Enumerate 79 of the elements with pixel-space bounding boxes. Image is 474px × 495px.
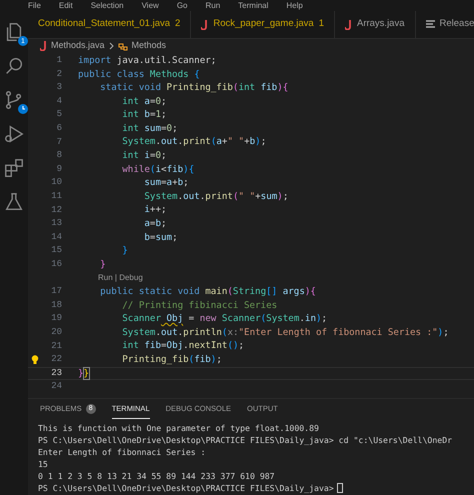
terminal-line: PS C:\Users\Dell\OneDrive\Desktop\PRACTICE FILES\Daily_java>: [38, 482, 334, 494]
code-line: public static void main(String[] args){: [99, 285, 316, 299]
run-debug-icon[interactable]: [3, 123, 25, 145]
code-line: System.out.print(" "+sum);: [143, 190, 288, 204]
code-line: }}: [78, 366, 90, 380]
code-line: }: [121, 244, 128, 258]
breadcrumb-symbol[interactable]: Methods: [132, 39, 166, 53]
line-number: 17: [50, 285, 62, 298]
menu-item[interactable]: File: [28, 2, 41, 10]
line-number: 14: [50, 230, 62, 244]
flask-icon[interactable]: [3, 191, 25, 213]
terminal-line: 0 1 1 2 3 5 8 13 21 34 55 89 144 233 377 610 987: [38, 470, 275, 482]
code-line: int b=1;: [121, 108, 167, 122]
java-file-icon: [344, 20, 352, 30]
code-line: i++;: [143, 203, 167, 218]
line-number: 7: [56, 136, 62, 149]
line-number: 10: [50, 176, 62, 190]
code-line: // Printing fibinacci Series: [121, 298, 278, 312]
menu-item[interactable]: Go: [176, 2, 188, 10]
line-number: 16: [50, 258, 62, 271]
terminal-line: Enter Length of fibonnaci Series :: [38, 446, 206, 458]
line-number: 18: [50, 298, 62, 312]
code-line: System.out.print(a+" "+b);: [121, 135, 266, 150]
class-icon: [118, 42, 128, 50]
run-debug-codelens[interactable]: Run | Debug: [98, 272, 143, 284]
menu-item[interactable]: Run: [205, 2, 220, 10]
line-number: 15: [50, 244, 62, 258]
code-line: b=sum;: [143, 230, 178, 244]
terminal-line: This is function with One parameter of type float.1000.89: [38, 422, 319, 434]
line-number: 5: [56, 108, 62, 122]
menu-item[interactable]: Terminal: [238, 2, 268, 10]
code-line: }: [99, 258, 106, 272]
breadcrumb-file[interactable]: Methods.java: [51, 39, 105, 53]
editor-tab[interactable]: Arrays.java: [334, 11, 416, 38]
editor-tab[interactable]: Conditional_Statement_01.java 2: [28, 11, 192, 38]
code-line: import java.util.Scanner;: [78, 54, 216, 68]
menu-item[interactable]: View: [142, 2, 159, 10]
menu-item[interactable]: Help: [286, 2, 303, 10]
editor-tab[interactable]: Release: [416, 11, 474, 38]
code-line: a=b;: [143, 217, 167, 231]
clock-icon: [18, 104, 28, 114]
line-number: 19: [50, 312, 62, 326]
code-line: static void Printing_fib(int fib){: [99, 81, 288, 95]
code-line: Printing_fib(fib);: [121, 352, 222, 367]
line-number: 20: [50, 326, 62, 339]
line-number: 24: [50, 380, 62, 394]
line-number: 11: [50, 190, 62, 203]
menu-item[interactable]: Edit: [58, 2, 73, 10]
notes-icon: [426, 20, 434, 30]
line-number: 3: [56, 81, 62, 94]
line-number: 2: [56, 68, 62, 81]
line-number: 4: [56, 94, 62, 108]
code-line: while(i<fib){: [121, 162, 194, 176]
code-line: int fib=Obj.nextInt();: [121, 339, 244, 354]
code-line: sum=a+b;: [143, 176, 189, 190]
code-line: int sum=0;: [121, 122, 178, 136]
line-number: 23: [50, 366, 62, 380]
java-file-icon: [201, 20, 208, 30]
code-line: Scanner Obj = new Scanner(System.in);: [121, 312, 328, 326]
line-number: 8: [56, 149, 62, 162]
chevron-icon: [108, 42, 114, 50]
editor-tab[interactable]: Rock_paper_game.java 1: [191, 11, 335, 38]
extensions-icon[interactable]: [3, 157, 25, 179]
java-file-icon: [40, 41, 47, 51]
terminal-line: 15: [38, 458, 48, 470]
code-line: System.out.println(x:"Enter Length of fibonnaci Series :");: [121, 326, 449, 340]
terminal-line: PS C:\Users\Dell\OneDrive\Desktop\PRACTICE FILES\Daily_java> cd "c:\Users\Dell\OneDr: [38, 434, 452, 446]
line-number: 6: [56, 122, 62, 136]
line-number: 22: [50, 353, 62, 366]
code-line: public class Methods {: [78, 68, 200, 82]
code-line: int i=0;: [121, 149, 167, 163]
line-number: 1: [56, 54, 62, 68]
line-number: 12: [50, 204, 62, 217]
lightbulb-icon[interactable]: [31, 354, 39, 365]
line-number: 21: [50, 340, 62, 353]
code-line: int a=0;: [121, 94, 167, 108]
menu-item[interactable]: Selection: [90, 2, 124, 10]
line-number: 9: [56, 162, 62, 176]
line-number: 13: [50, 217, 62, 230]
